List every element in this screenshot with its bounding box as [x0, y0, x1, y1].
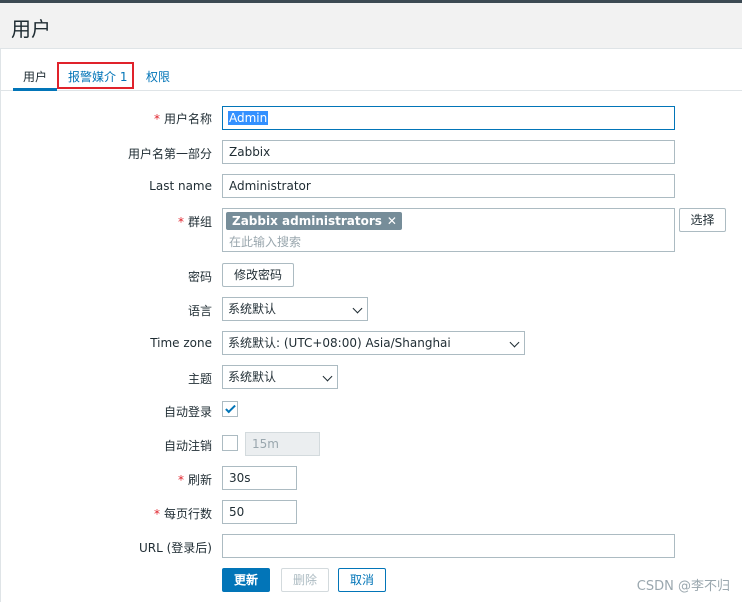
- url-input[interactable]: [222, 534, 675, 558]
- chevron-down-icon: [322, 371, 333, 382]
- rows-per-page-input[interactable]: [222, 500, 297, 524]
- watermark: CSDN @李不归: [636, 579, 730, 594]
- refresh-input[interactable]: [222, 466, 297, 490]
- username-label: 用户名称: [154, 110, 212, 127]
- language-select[interactable]: 系统默认: [222, 297, 368, 321]
- theme-label: 主题: [187, 372, 212, 386]
- autologout-checkbox[interactable]: [222, 435, 238, 451]
- timezone-select[interactable]: 系统默认: (UTC+08:00) Asia/Shanghai: [222, 331, 525, 355]
- media-tab-highlight-box: [57, 62, 134, 89]
- change-password-button[interactable]: 修改密码: [222, 263, 294, 287]
- language-label: 语言: [187, 304, 212, 318]
- select-groups-button[interactable]: 选择: [679, 208, 726, 232]
- page-title: 用户: [11, 17, 51, 41]
- username-value: Admin: [228, 111, 269, 125]
- check-icon: [225, 402, 236, 414]
- autologin-label: 自动登录: [163, 405, 212, 419]
- theme-select[interactable]: 系统默认: [222, 365, 338, 389]
- lastname-input[interactable]: [222, 174, 675, 198]
- update-button[interactable]: 更新: [222, 568, 271, 592]
- name-input[interactable]: [222, 140, 675, 164]
- tab-user[interactable]: 用户: [23, 68, 47, 85]
- delete-button: 删除: [281, 568, 330, 592]
- groups-multiselect[interactable]: Zabbix administrators ✕ 在此输入搜索: [222, 208, 675, 252]
- active-tab-indicator: [13, 88, 57, 91]
- timezone-label: Time zone: [150, 336, 212, 350]
- groups-label: 群组: [178, 213, 212, 230]
- group-chip: Zabbix administrators ✕: [226, 212, 402, 230]
- user-form-card: 用户 报警媒介 1 权限: [0, 48, 742, 602]
- lastname-label: Last name: [149, 179, 212, 193]
- theme-value: 系统默认: [228, 370, 277, 384]
- name-label: 用户名第一部分: [127, 147, 212, 161]
- cancel-button[interactable]: 取消: [338, 568, 387, 592]
- remove-chip-icon[interactable]: ✕: [387, 212, 397, 230]
- password-label: 密码: [187, 270, 212, 284]
- autologin-checkbox[interactable]: [222, 401, 238, 417]
- url-label: URL (登录后): [139, 541, 212, 555]
- group-chip-label: Zabbix administrators: [232, 214, 382, 228]
- autologout-label: 自动注销: [163, 439, 212, 453]
- refresh-label: 刷新: [178, 471, 212, 488]
- chevron-down-icon: [509, 337, 520, 348]
- language-value: 系统默认: [228, 302, 277, 316]
- username-input[interactable]: Admin: [222, 106, 675, 130]
- timezone-value: 系统默认: (UTC+08:00) Asia/Shanghai: [228, 336, 451, 350]
- rows-per-page-label: 每页行数: [154, 505, 212, 522]
- top-bar: [0, 0, 742, 3]
- autologout-input: [245, 432, 320, 456]
- tab-bar: 用户 报警媒介 1 权限: [1, 49, 742, 91]
- group-search-placeholder[interactable]: 在此输入搜索: [229, 233, 301, 250]
- chevron-down-icon: [352, 303, 363, 314]
- tab-permissions[interactable]: 权限: [146, 68, 170, 85]
